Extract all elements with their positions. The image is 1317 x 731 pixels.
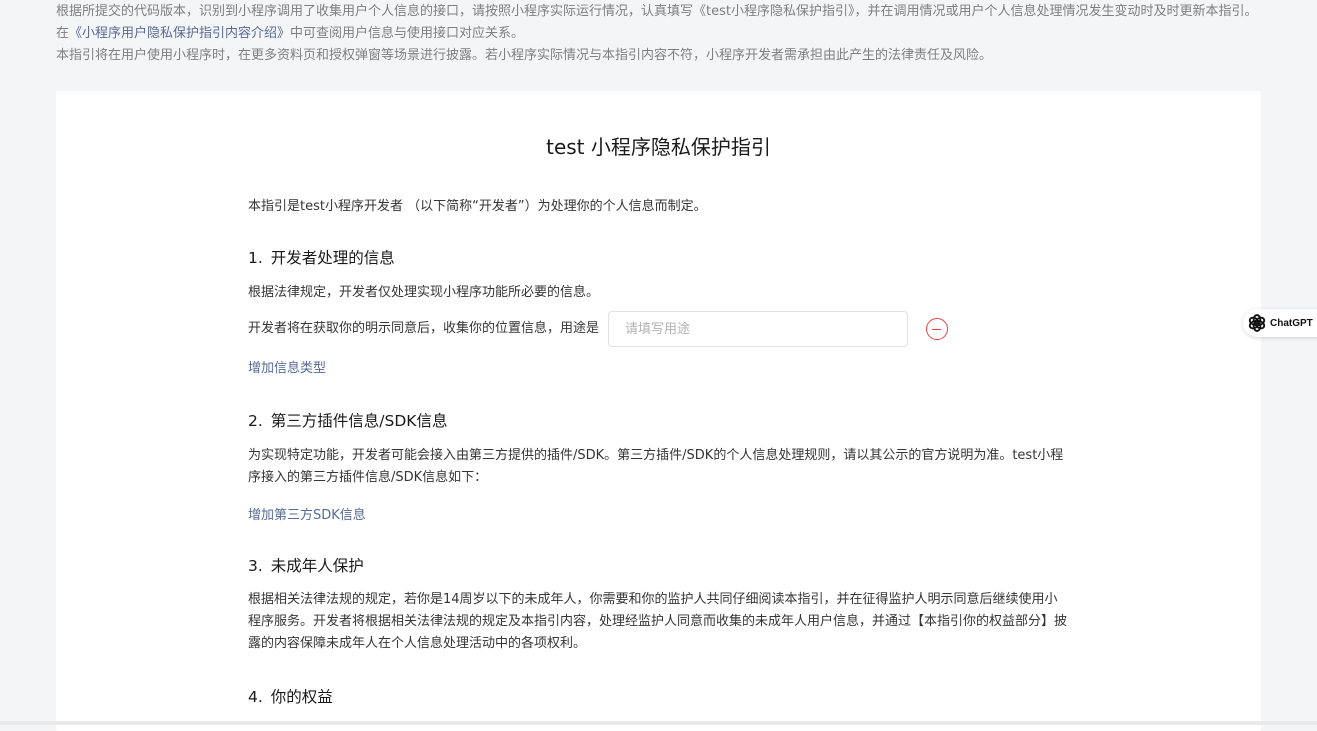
section-heading: 1. 开发者处理的信息 xyxy=(248,246,1068,270)
section-third-party: 2. 第三方插件信息/SDK信息 xyxy=(248,409,1068,433)
add-sdk-info-link[interactable]: 增加第三方SDK信息 xyxy=(248,508,366,523)
notice-text-disclosure: 本指引将在用户使用小程序时，在更多资料页和授权弹窗等场景进行披露。若小程序实际情… xyxy=(56,48,993,63)
add-info-type-wrap: 增加信息类型 xyxy=(248,357,1068,380)
add-info-type-link[interactable]: 增加信息类型 xyxy=(248,361,326,376)
location-info-row: 开发者将在获取你的明示同意后，收集你的位置信息，用途是 xyxy=(248,311,1068,347)
section-developer-info: 1. 开发者处理的信息 xyxy=(248,246,1068,270)
section-title: 开发者处理的信息 xyxy=(270,249,395,267)
chatgpt-extension-button[interactable]: ChatGPT xyxy=(1243,309,1317,337)
section-text: 为实现特定功能，开发者可能会接入由第三方提供的插件/SDK。第三方插件/SDK的… xyxy=(248,448,1064,485)
section-heading: 4. 你的权益 xyxy=(248,685,1068,709)
section-heading: 3. 未成年人保护 xyxy=(248,554,1068,578)
section-title: 你的权益 xyxy=(270,688,333,706)
section-title: 第三方插件信息/SDK信息 xyxy=(270,412,448,430)
privacy-guide-intro-link[interactable]: 《小程序用户隐私保护指引内容介绍》 xyxy=(69,26,290,41)
section-2-text: 为实现特定功能，开发者可能会接入由第三方提供的插件/SDK。第三方插件/SDK的… xyxy=(248,445,1068,489)
usage-purpose-input[interactable] xyxy=(608,311,909,347)
intro-paragraph: 本指引是test小程序开发者 （以下简称“开发者”）为处理你的个人信息而制定。 xyxy=(248,196,1068,218)
section-number: 1. xyxy=(248,249,263,267)
notice-text-after: 中可查阅用户信息与使用接口对应关系。 xyxy=(290,26,525,41)
section-your-rights: 4. 你的权益 xyxy=(248,685,1068,709)
section-title: 未成年人保护 xyxy=(270,557,364,575)
section-3-text: 根据相关法律法规的规定，若你是14周岁以下的未成年人，你需要和你的监护人共同仔细… xyxy=(248,589,1068,655)
add-sdk-wrap: 增加第三方SDK信息 xyxy=(248,504,1068,527)
remove-info-type-icon[interactable] xyxy=(926,318,949,340)
intro-text: 本指引是test小程序开发者 （以下简称“开发者”）为处理你的个人信息而制定。 xyxy=(248,199,707,214)
section-number: 3. xyxy=(248,557,263,575)
section-text: 根据法律规定，开发者仅处理实现小程序功能所必要的信息。 xyxy=(248,285,600,300)
location-usage-label: 开发者将在获取你的明示同意后，收集你的位置信息，用途是 xyxy=(248,321,600,336)
section-minors: 3. 未成年人保护 xyxy=(248,554,1068,578)
section-number: 2. xyxy=(248,412,263,430)
section-number: 4. xyxy=(248,688,263,706)
section-text: 根据相关法律法规的规定，若你是14周岁以下的未成年人，你需要和你的监护人共同仔细… xyxy=(248,592,1068,651)
section-1-text: 根据法律规定，开发者仅处理实现小程序功能所必要的信息。 xyxy=(248,282,1068,304)
bottom-scroll-edge xyxy=(0,721,1317,725)
openai-logo-icon xyxy=(1248,314,1266,332)
info-row: 开发者将在获取你的明示同意后，收集你的位置信息，用途是 xyxy=(248,311,1068,347)
section-heading: 2. 第三方插件信息/SDK信息 xyxy=(248,409,1068,433)
page-title: test 小程序隐私保护指引 xyxy=(546,135,771,159)
chatgpt-label: ChatGPT xyxy=(1270,317,1313,329)
notice-banner: 根据所提交的代码版本，识别到小程序调用了收集用户个人信息的接口，请按照小程序实际… xyxy=(56,1,1266,67)
